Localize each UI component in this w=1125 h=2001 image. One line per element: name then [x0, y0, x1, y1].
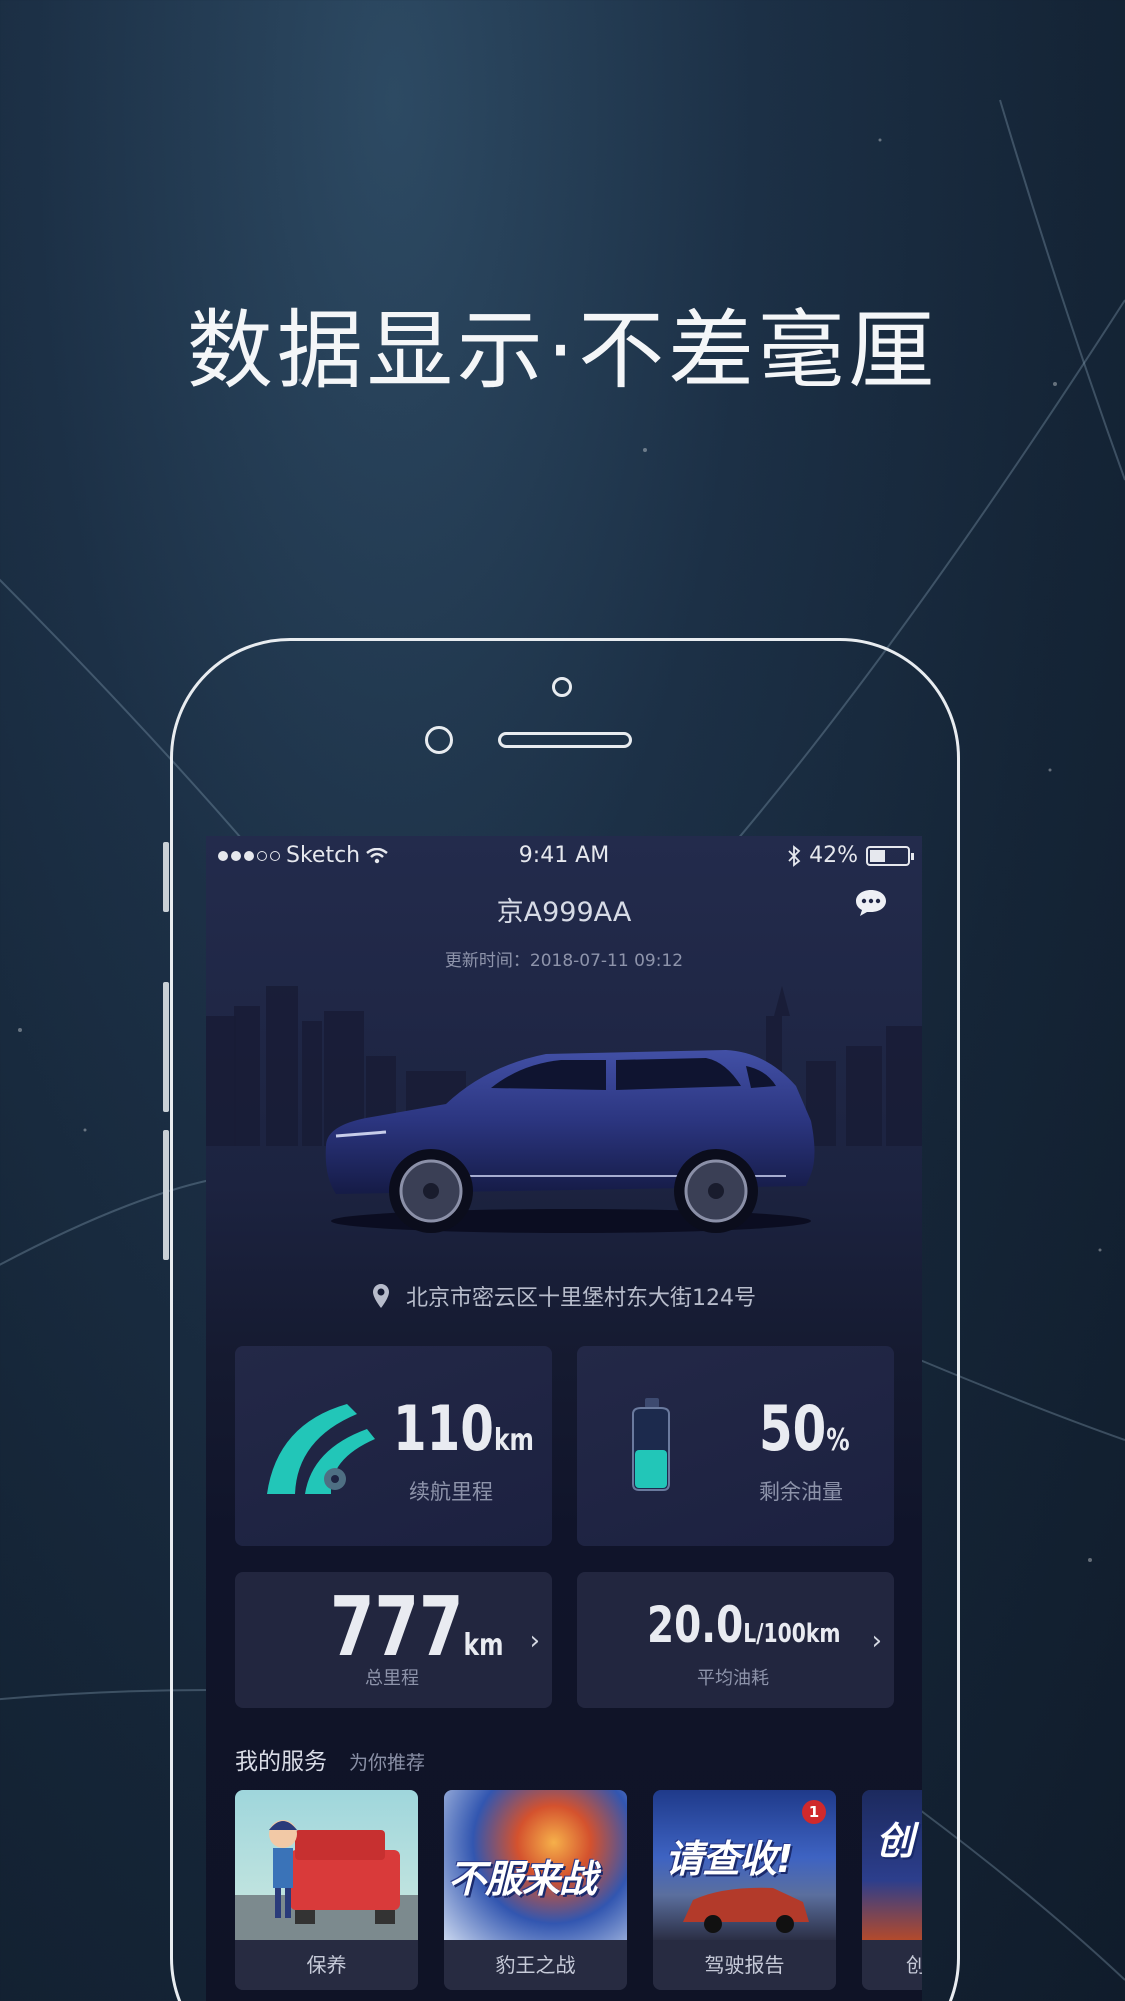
more-banner: 创 — [862, 1790, 922, 1940]
battery-icon — [866, 845, 914, 866]
consumption-label: 平均油耗 — [697, 1668, 769, 1689]
phone-speaker — [498, 732, 632, 748]
services-title: 我的服务 — [235, 1749, 327, 1775]
page-headline: 数据显示·不差毫厘 — [186, 301, 939, 401]
app-screen: Sketch 9:41 AM 42% 京A999AA 更新时间：2018-07-… — [206, 836, 922, 2001]
range-card[interactable]: 110km 续航里程 — [235, 1346, 552, 1546]
banner-text: 不服来战 — [448, 1857, 597, 1901]
service-tile-maintenance[interactable]: 保养 — [235, 1790, 418, 1990]
odometer-value: 777km — [330, 1580, 504, 1675]
phone-side-button — [163, 982, 169, 1112]
range-label: 续航里程 — [409, 1480, 493, 1504]
fuel-value: 50% — [759, 1392, 850, 1465]
vehicle-location[interactable]: 北京市密云区十里堡村东大街124号 — [206, 1280, 922, 1312]
service-tile-report[interactable]: 请查收! 1 驾驶报告 — [653, 1790, 836, 1990]
road-icon — [267, 1404, 375, 1494]
odometer-card[interactable]: 777km 总里程 › — [235, 1572, 552, 1708]
battle-banner: 不服来战 — [444, 1790, 627, 1940]
range-value: 110km — [393, 1392, 534, 1465]
phone-camera — [552, 677, 572, 697]
odometer-label: 总里程 — [365, 1668, 419, 1689]
location-text: 北京市密云区十里堡村东大街124号 — [406, 1286, 756, 1311]
service-tile-battle[interactable]: 不服来战 豹王之战 — [444, 1790, 627, 1990]
chevron-right-icon: › — [871, 1626, 882, 1656]
car-image — [325, 1050, 815, 1233]
status-bar: Sketch 9:41 AM 42% — [206, 836, 922, 876]
phone-side-button — [163, 1130, 169, 1260]
location-pin-icon — [373, 1284, 389, 1308]
chevron-right-icon: › — [529, 1626, 540, 1656]
tile-label: 保养 — [235, 1940, 418, 1990]
message-icon[interactable] — [854, 888, 888, 922]
notification-badge: 1 — [802, 1800, 826, 1824]
phone-side-button — [163, 842, 169, 912]
services-header: 我的服务 为你推荐 — [235, 1742, 425, 1776]
fuel-label: 剩余油量 — [759, 1480, 843, 1504]
battery-level — [870, 849, 885, 862]
update-time: 更新时间：2018-07-11 09:12 — [444, 951, 684, 971]
status-right: 42% — [787, 843, 914, 868]
consumption-card[interactable]: 20.0L/100km 平均油耗 › — [577, 1572, 894, 1708]
services-subtitle: 为你推荐 — [349, 1752, 426, 1774]
banner-text: 创 — [876, 1819, 914, 1863]
license-plate[interactable]: 京A999AA — [206, 890, 922, 929]
tile-label: 创 — [862, 1940, 922, 1990]
tile-label: 豹王之战 — [444, 1940, 627, 1990]
report-banner: 请查收! 1 — [653, 1790, 836, 1940]
service-tile-more[interactable]: 创 创 — [862, 1790, 922, 1990]
phone-sensor — [425, 726, 453, 754]
bluetooth-icon — [788, 844, 801, 867]
fuel-card[interactable]: 50% 剩余油量 — [577, 1346, 894, 1546]
fuel-bottle-icon — [632, 1398, 670, 1491]
battery-percent: 42% — [809, 843, 858, 868]
maintenance-image — [235, 1790, 418, 1940]
consumption-value: 20.0L/100km — [647, 1596, 841, 1654]
tile-label: 驾驶报告 — [653, 1940, 836, 1990]
